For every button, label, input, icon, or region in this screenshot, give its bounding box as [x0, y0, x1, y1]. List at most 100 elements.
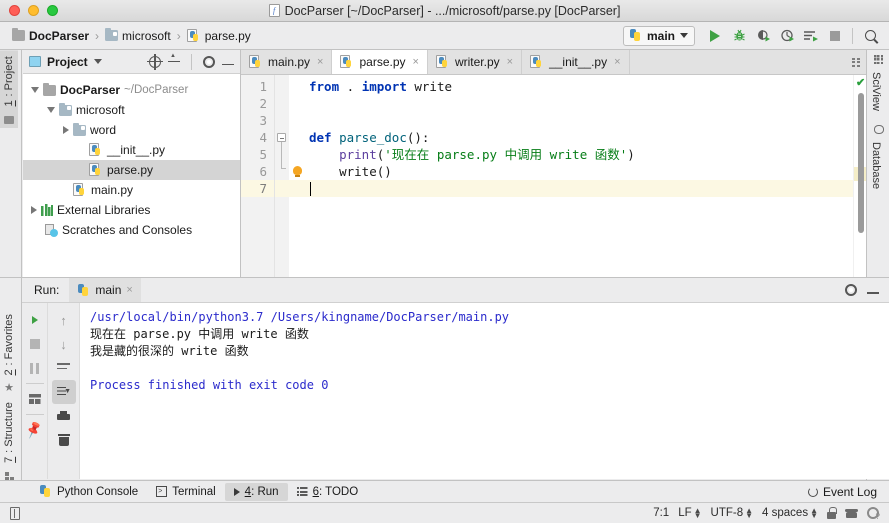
rerun-button[interactable]	[23, 308, 47, 332]
clear-all-button[interactable]	[52, 428, 76, 452]
tab-list-button[interactable]	[846, 50, 866, 74]
tree-node-path: ~/DocParser	[124, 84, 189, 96]
caret-position[interactable]: 7:1	[653, 507, 669, 519]
memory-indicator[interactable]	[0, 506, 20, 520]
code-line-1: from . import write	[307, 78, 853, 95]
breadcrumb-item-microsoft[interactable]: microsoft	[103, 28, 173, 44]
chevron-down-icon[interactable]	[93, 59, 102, 64]
breadcrumb: DocParser › microsoft › parse.py	[0, 28, 253, 44]
maximize-window-button[interactable]	[47, 5, 58, 16]
pause-button[interactable]	[23, 356, 47, 380]
trash-icon	[57, 434, 70, 446]
up-button[interactable]: ↑	[52, 308, 76, 332]
tree-node-init-py[interactable]: __init__.py	[23, 140, 240, 160]
fold-collapse-icon[interactable]	[277, 133, 286, 142]
bottom-item-run[interactable]: 4: Run	[224, 482, 288, 501]
tab-parse-py[interactable]: parse.py ×	[332, 50, 428, 74]
breadcrumb-item-docparser[interactable]: DocParser	[10, 28, 91, 44]
chevron-updown-icon: ▲ ▼	[745, 506, 754, 520]
code-text[interactable]: from . import write def parse_doc(): pri…	[307, 75, 853, 277]
run-tool-label: Run:	[34, 283, 60, 297]
close-window-button[interactable]	[9, 5, 20, 16]
tree-node-word[interactable]: word	[23, 120, 240, 140]
scroll-to-end-button[interactable]	[51, 380, 76, 404]
run-coverage-button[interactable]	[752, 25, 774, 47]
intention-bulb[interactable]	[289, 163, 307, 180]
run-button[interactable]	[704, 25, 726, 47]
sidebar-item-database[interactable]: Database	[867, 136, 885, 195]
tree-node-scratches[interactable]: Scratches and Consoles	[23, 220, 240, 240]
window-controls[interactable]	[0, 5, 58, 16]
chevron-updown-icon: ▲ ▼	[810, 506, 818, 520]
sidebar-item-favorites[interactable]: 2: Favorites	[0, 308, 18, 381]
intention-bulb-gutter[interactable]	[289, 75, 307, 277]
bottom-item-todo[interactable]: 6: TODO	[288, 483, 368, 501]
collapse-all-icon[interactable]	[168, 53, 180, 68]
tree-node-docparser[interactable]: DocParser ~/DocParser	[23, 80, 240, 100]
run-tool-window: Run: main × 📌 ↑ ↓ ▼ /usr/local/bin/pytho…	[22, 278, 889, 479]
tree-node-parse-py[interactable]: parse.py	[23, 160, 240, 180]
bottom-item-terminal[interactable]: > Terminal	[147, 483, 224, 501]
tab-label: writer.py	[454, 55, 500, 69]
minimize-icon[interactable]	[222, 63, 234, 66]
sidebar-item-project[interactable]: 1: Project	[0, 50, 18, 113]
tree-node-main-py[interactable]: main.py	[23, 180, 240, 200]
soft-wrap-button[interactable]	[52, 356, 76, 380]
tree-node-external-libraries[interactable]: External Libraries	[23, 200, 240, 220]
target-icon[interactable]	[147, 53, 163, 70]
pin-tab-button[interactable]: 📌	[23, 418, 47, 442]
hat-icon[interactable]	[845, 508, 858, 519]
search-everywhere-button[interactable]	[859, 25, 881, 47]
run-tab-label: main	[95, 283, 122, 297]
tab-writer-py[interactable]: writer.py ×	[427, 50, 523, 74]
code-folding-gutter[interactable]	[275, 75, 289, 277]
fold-marker-def[interactable]	[275, 129, 289, 163]
close-icon[interactable]: ×	[126, 284, 132, 296]
indent-selector[interactable]: 4 spaces ▲ ▼	[762, 506, 818, 520]
profile-button[interactable]	[776, 25, 798, 47]
inspection-stripe[interactable]: ✔	[853, 75, 866, 277]
close-icon[interactable]: ×	[507, 56, 513, 68]
console-output[interactable]: /usr/local/bin/python3.7 /Users/kingname…	[80, 303, 889, 479]
encoding-selector[interactable]: UTF-8 ▲ ▼	[710, 506, 754, 520]
debug-button[interactable]	[728, 25, 750, 47]
print-button[interactable]	[52, 404, 76, 428]
close-icon[interactable]: ×	[614, 56, 620, 68]
run-configuration-selector[interactable]: main	[622, 25, 695, 46]
bottom-item-python-console[interactable]: Python Console	[30, 482, 147, 501]
tree-node-label: DocParser	[60, 83, 121, 97]
stop-button[interactable]	[824, 25, 846, 47]
gear-icon[interactable]	[845, 284, 857, 296]
close-icon[interactable]: ×	[317, 56, 323, 68]
minimize-window-button[interactable]	[28, 5, 39, 16]
line-separator-selector[interactable]: LF ▲ ▼	[678, 507, 701, 520]
tab-init-py[interactable]: __init__.py ×	[522, 50, 630, 74]
down-button[interactable]: ↓	[52, 332, 76, 356]
encoding-label: UTF-8	[710, 507, 744, 519]
chevron-right-icon[interactable]	[31, 206, 37, 214]
token-plain: write	[406, 79, 452, 94]
breadcrumb-item-parse-py[interactable]: parse.py	[185, 28, 253, 44]
rail-label: : Project	[3, 56, 15, 97]
layout-button[interactable]	[23, 387, 47, 411]
python-file-icon	[73, 183, 87, 197]
minimize-icon[interactable]	[867, 292, 879, 294]
code-editor[interactable]: 1 2 3 4 5 6 7 from . import write def pa…	[241, 75, 866, 277]
gear-icon[interactable]	[203, 55, 215, 68]
sidebar-item-structure[interactable]: 7: Structure	[0, 396, 18, 469]
chevron-down-icon[interactable]	[31, 87, 39, 93]
inspection-icon[interactable]	[867, 507, 880, 521]
tree-node-microsoft[interactable]: microsoft	[23, 100, 240, 120]
tab-main-py[interactable]: main.py ×	[241, 50, 333, 74]
close-icon[interactable]: ×	[413, 56, 419, 68]
run-tool-body: 📌 ↑ ↓ ▼ /usr/local/bin/python3.7 /Users/…	[22, 303, 889, 479]
event-log-button[interactable]: Event Log	[807, 485, 889, 499]
run-with-console-button[interactable]	[800, 25, 822, 47]
sidebar-item-sciview[interactable]: SciView	[867, 66, 885, 117]
lock-icon[interactable]	[827, 506, 837, 519]
chevron-right-icon[interactable]	[63, 126, 69, 134]
run-tab-main[interactable]: main ×	[69, 278, 141, 302]
chevron-down-icon[interactable]	[47, 107, 55, 113]
stop-button[interactable]	[23, 332, 47, 356]
editor-scrollbar[interactable]	[857, 93, 864, 233]
